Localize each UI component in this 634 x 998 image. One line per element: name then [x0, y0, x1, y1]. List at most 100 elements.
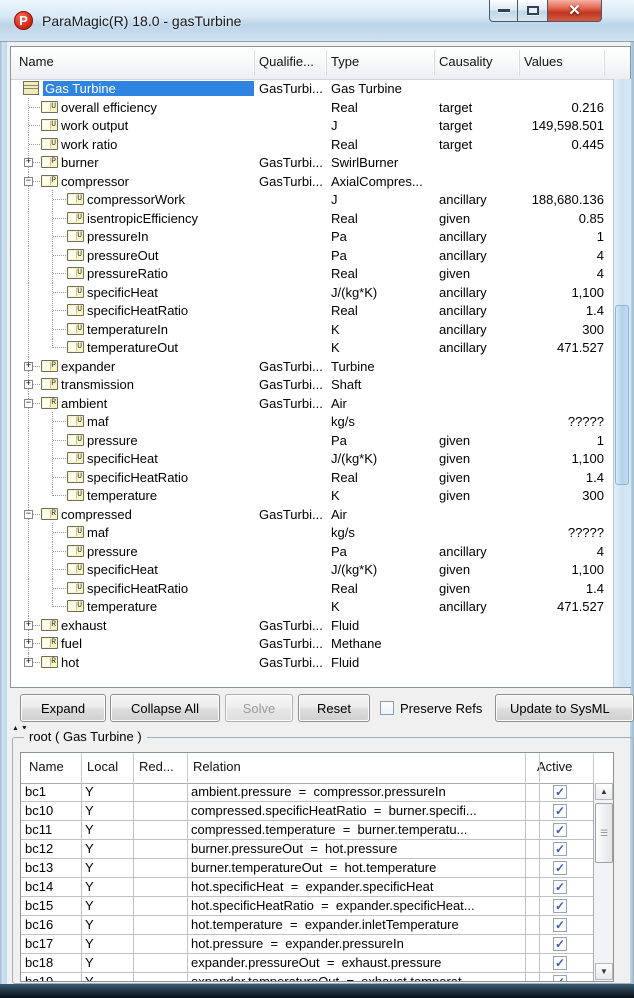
- collapse-minus-icon[interactable]: −: [24, 510, 33, 519]
- solve-button[interactable]: Solve: [225, 694, 293, 722]
- tree-row[interactable]: UcompressorWork Jancillary 188,680.136: [11, 190, 613, 209]
- tree-row[interactable]: UspecificHeat J/(kg*K) given 1,100: [11, 560, 613, 579]
- tree-row[interactable]: UpressureIn Pa ancillary 1: [11, 227, 613, 246]
- relation-row[interactable]: bc1 Yambient.pressure = compressor.pressu…: [21, 783, 593, 802]
- tree-row[interactable]: UtemperatureIn Kancillary 300: [11, 320, 613, 339]
- tree-row[interactable]: + Rfuel GasTurbi... Methane: [11, 634, 613, 653]
- tree-row-name[interactable]: hot: [61, 655, 79, 670]
- tree-row-name[interactable]: transmission: [61, 377, 134, 392]
- tree-column-header-name[interactable]: Name: [19, 54, 54, 69]
- expand-plus-icon[interactable]: +: [24, 639, 33, 648]
- update-to-sysml-button[interactable]: Update to SysML: [495, 694, 634, 722]
- collapse-minus-icon[interactable]: −: [24, 177, 33, 186]
- tree-row[interactable]: Upressure Pa ancillary 4: [11, 542, 613, 561]
- relations-column-header-active[interactable]: Active: [537, 759, 572, 774]
- tree-table-header[interactable]: Name Qualifie... Type Causality Values: [11, 47, 630, 80]
- tree-row-name[interactable]: compressorWork: [87, 192, 185, 207]
- scroll-up-button[interactable]: ▲: [595, 783, 613, 800]
- relation-row[interactable]: bc19 Yexpander.temperatureOut = exhaust.t…: [21, 973, 593, 981]
- tree-row-name[interactable]: fuel: [61, 636, 82, 651]
- tree-row-name[interactable]: Gas Turbine: [43, 81, 254, 96]
- tree-row[interactable]: + Rexhaust GasTurbi... Fluid: [11, 616, 613, 635]
- tree-row-name[interactable]: pressureIn: [87, 229, 148, 244]
- tree-column-header-values[interactable]: Values: [524, 54, 563, 69]
- relations-column-header-local[interactable]: Local: [87, 759, 118, 774]
- relation-row[interactable]: bc18 Yexpander.pressureOut = exhaust.pres…: [21, 954, 593, 973]
- active-checkbox[interactable]: ✓: [553, 956, 567, 970]
- active-checkbox[interactable]: ✓: [553, 804, 567, 818]
- tree-row[interactable]: Upressure Pa given 1: [11, 431, 613, 450]
- tree-row-name[interactable]: overall efficiency: [61, 100, 157, 115]
- tree-row-name[interactable]: pressure: [87, 544, 138, 559]
- expand-plus-icon[interactable]: +: [24, 158, 33, 167]
- relations-column-header-name[interactable]: Name: [29, 759, 64, 774]
- tree-row-name[interactable]: temperature: [87, 488, 157, 503]
- relation-row[interactable]: bc13 Yburner.temperatureOut = hot.tempera…: [21, 859, 593, 878]
- expand-plus-icon[interactable]: +: [24, 658, 33, 667]
- active-checkbox[interactable]: ✓: [553, 842, 567, 856]
- tree-row-name[interactable]: temperature: [87, 599, 157, 614]
- tree-row[interactable]: + Pburner GasTurbi... SwirlBurner: [11, 153, 613, 172]
- tree-row[interactable]: Uwork output Jtarget 149,598.501: [11, 116, 613, 135]
- tree-column-header-qualifie[interactable]: Qualifie...: [259, 54, 314, 69]
- tree-scrollbar-thumb[interactable]: [615, 305, 629, 485]
- tree-row-name[interactable]: work output: [61, 118, 128, 133]
- tree-row[interactable]: UspecificHeatRatio Real given 1.4: [11, 468, 613, 487]
- relations-scrollbar-thumb[interactable]: ☰: [595, 803, 613, 863]
- tree-row[interactable]: Gas Turbine GasTurbi... Gas Turbine: [11, 79, 613, 98]
- tree-row[interactable]: − Rambient GasTurbi... Air: [11, 394, 613, 413]
- tree-row-name[interactable]: maf: [87, 414, 109, 429]
- maximize-button[interactable]: [517, 0, 548, 22]
- tree-row[interactable]: Uoverall efficiency Real target 0.216: [11, 98, 613, 117]
- relation-row[interactable]: bc12 Yburner.pressureOut = hot.pressure ✓: [21, 840, 593, 859]
- scroll-down-button[interactable]: ▼: [595, 963, 613, 980]
- tree-row[interactable]: Umaf kg/s?????: [11, 412, 613, 431]
- tree-row-name[interactable]: temperatureIn: [87, 322, 168, 337]
- tree-row[interactable]: + Rhot GasTurbi... Fluid: [11, 653, 613, 672]
- tree-row-name[interactable]: maf: [87, 525, 109, 540]
- tree-row-name[interactable]: work ratio: [61, 137, 117, 152]
- tree-row-name[interactable]: pressureRatio: [87, 266, 168, 281]
- tree-row-name[interactable]: specificHeatRatio: [87, 470, 188, 485]
- tree-row[interactable]: Uwork ratio Real target 0.445: [11, 135, 613, 154]
- active-checkbox[interactable]: ✓: [553, 861, 567, 875]
- collapse-minus-icon[interactable]: −: [24, 399, 33, 408]
- active-checkbox[interactable]: ✓: [553, 899, 567, 913]
- tree-row-name[interactable]: pressureOut: [87, 248, 159, 263]
- tree-column-header-type[interactable]: Type: [331, 54, 359, 69]
- relations-table-header[interactable]: Name Local Red... Relation Active: [21, 753, 613, 784]
- tree-row-name[interactable]: compressor: [61, 174, 129, 189]
- tree-row[interactable]: UspecificHeat J/(kg*K) ancillary 1,100: [11, 283, 613, 302]
- tree-row[interactable]: + Ptransmission GasTurbi... Shaft: [11, 375, 613, 394]
- tree-vertical-scrollbar[interactable]: [613, 79, 631, 687]
- tree-row-name[interactable]: temperatureOut: [87, 340, 178, 355]
- expand-plus-icon[interactable]: +: [24, 362, 33, 371]
- tree-row[interactable]: + Pexpander GasTurbi... Turbine: [11, 357, 613, 376]
- tree-row[interactable]: Umaf kg/s?????: [11, 523, 613, 542]
- tree-row-name[interactable]: ambient: [61, 396, 107, 411]
- tree-row-name[interactable]: pressure: [87, 433, 138, 448]
- active-checkbox[interactable]: ✓: [553, 975, 567, 981]
- tree-column-header-causality[interactable]: Causality: [439, 54, 492, 69]
- tree-row-name[interactable]: specificHeat: [87, 562, 158, 577]
- close-button[interactable]: ✕: [547, 0, 602, 22]
- tree-row-name[interactable]: compressed: [61, 507, 132, 522]
- active-checkbox[interactable]: ✓: [553, 918, 567, 932]
- reset-button[interactable]: Reset: [298, 694, 370, 722]
- tree-row[interactable]: UtemperatureOut Kancillary 471.527: [11, 338, 613, 357]
- tree-row-name[interactable]: specificHeatRatio: [87, 303, 188, 318]
- tree-row[interactable]: UisentropicEfficiency Real given 0.85: [11, 209, 613, 228]
- tree-row-name[interactable]: specificHeat: [87, 285, 158, 300]
- expand-button[interactable]: Expand: [20, 694, 106, 722]
- relations-column-header-relation[interactable]: Relation: [193, 759, 241, 774]
- relations-column-header-red[interactable]: Red...: [139, 759, 174, 774]
- tree-row-name[interactable]: exhaust: [61, 618, 107, 633]
- active-checkbox[interactable]: ✓: [553, 823, 567, 837]
- expand-plus-icon[interactable]: +: [24, 380, 33, 389]
- tree-row-name[interactable]: specificHeatRatio: [87, 581, 188, 596]
- tree-row-name[interactable]: expander: [61, 359, 115, 374]
- tree-row-name[interactable]: specificHeat: [87, 451, 158, 466]
- preserve-refs-checkbox[interactable]: [380, 701, 394, 715]
- relation-row[interactable]: bc17 Yhot.pressure = expander.pressureIn ✓: [21, 935, 593, 954]
- tree-row[interactable]: Utemperature Kgiven 300: [11, 486, 613, 505]
